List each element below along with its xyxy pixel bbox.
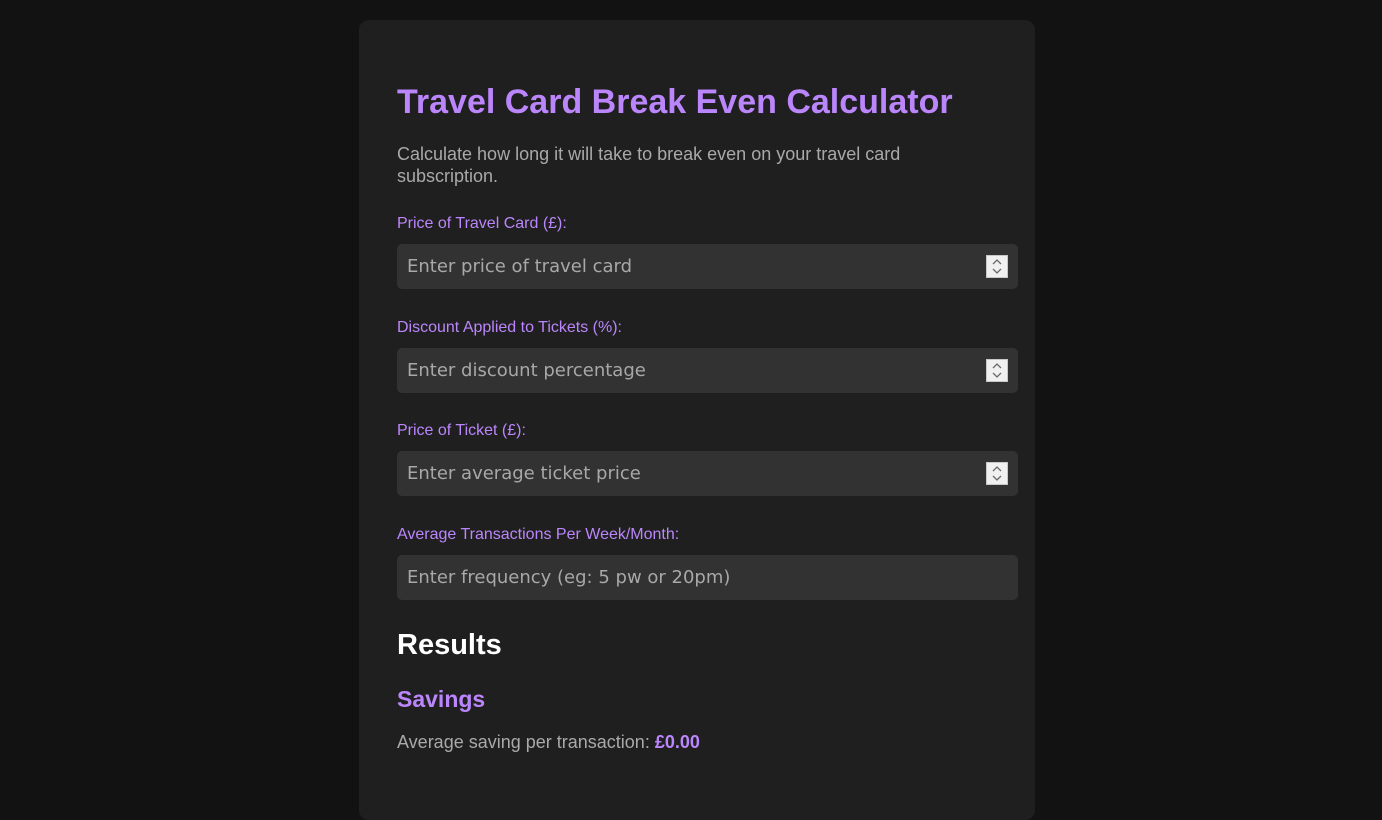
results-heading: Results [397,629,502,661]
ticket-price-label: Price of Ticket (£): [397,422,526,439]
stepper-arrows-icon [992,466,1002,481]
card-price-input[interactable] [397,244,1018,289]
ticket-price-stepper[interactable] [986,462,1008,485]
discount-stepper[interactable] [986,359,1008,382]
frequency-input[interactable] [397,555,1018,600]
savings-heading: Savings [397,686,486,712]
card-price-label: Price of Travel Card (£): [397,215,567,232]
ticket-price-input[interactable] [397,451,1018,496]
card-price-field [397,244,1018,289]
avg-saving-value: £0.00 [654,732,700,752]
discount-label: Discount Applied to Tickets (%): [397,319,622,336]
avg-saving-line: Average saving per transaction: £0.00 [397,731,700,753]
frequency-field [397,555,1018,600]
frequency-label: Average Transactions Per Week/Month: [397,526,680,543]
ticket-price-group: Price of Ticket (£): [397,421,1018,496]
discount-group: Discount Applied to Tickets (%): [397,318,1018,393]
discount-field [397,348,1018,393]
calculator-card: Travel Card Break Even Calculator Calcul… [359,20,1035,820]
avg-saving-label: Average saving per transaction: [397,732,650,752]
card-price-stepper[interactable] [986,255,1008,278]
page-subtitle: Calculate how long it will take to break… [397,144,901,186]
stepper-arrows-icon [992,259,1002,274]
ticket-price-field [397,451,1018,496]
page-title: Travel Card Break Even Calculator [397,83,953,121]
discount-input[interactable] [397,348,1018,393]
stepper-arrows-icon [992,363,1002,378]
card-price-group: Price of Travel Card (£): [397,214,1018,289]
frequency-group: Average Transactions Per Week/Month: [397,525,1018,600]
